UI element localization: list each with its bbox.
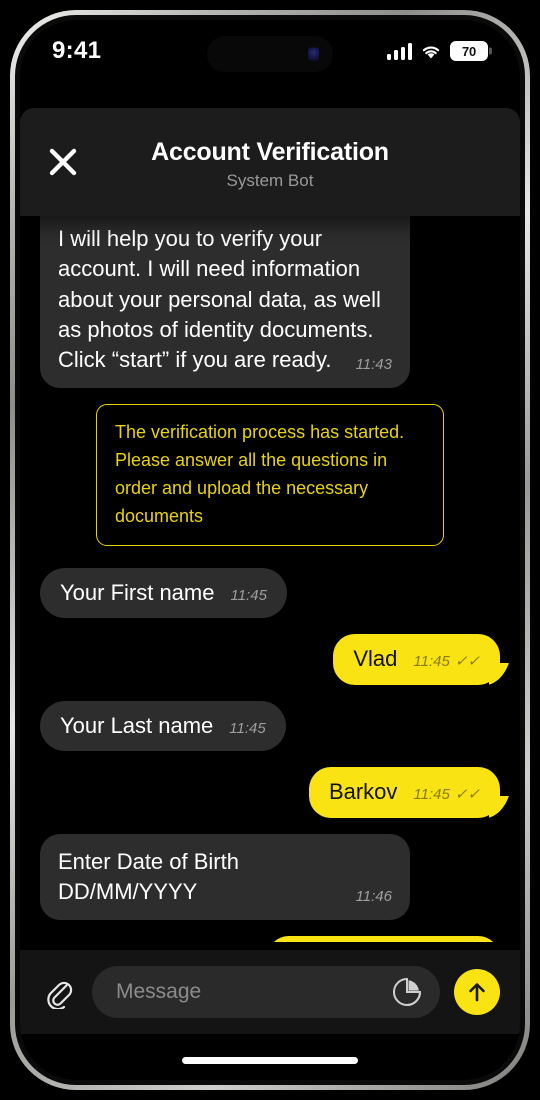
- message-text: Your Last name: [60, 712, 214, 738]
- status-bar: 9:41 70: [20, 20, 520, 82]
- phone-bezel: 9:41 70 Account Verification System Bot …: [15, 15, 525, 1085]
- sticker-icon[interactable]: [392, 977, 422, 1007]
- send-button[interactable]: [454, 969, 500, 1015]
- battery-level: 70: [461, 43, 477, 59]
- home-indicator: [182, 1057, 358, 1064]
- message-text: Vlad: [353, 646, 398, 672]
- status-indicators: 70: [386, 41, 488, 61]
- close-icon: [49, 148, 77, 176]
- message-text: Barkov: [328, 779, 398, 804]
- header-titles: Account Verification System Bot: [20, 134, 520, 191]
- message-row-bot-intro: I will help you to verify your account. …: [40, 216, 500, 389]
- bubble-incoming[interactable]: Your First name 11:45: [40, 567, 287, 619]
- bubble-outgoing[interactable]: 01/01/1960 11:46 ✓✓: [267, 935, 500, 942]
- message-field[interactable]: [92, 966, 440, 1018]
- dynamic-island: [207, 36, 333, 72]
- message-list[interactable]: I will help you to verify your account. …: [20, 216, 520, 942]
- message-row-answer-last-name: Barkov 11:45 ✓✓: [40, 767, 500, 818]
- wifi-icon: [422, 45, 440, 58]
- bubble-incoming[interactable]: Your Last name 11:45: [40, 700, 286, 751]
- chat-header: Account Verification System Bot: [20, 108, 520, 216]
- message-time: 11:43: [355, 356, 392, 374]
- message-row-ask-last-name: Your Last name 11:45: [40, 700, 500, 751]
- message-text: Your First name: [60, 579, 215, 605]
- attach-button[interactable]: [40, 973, 78, 1011]
- paperclip-icon: [47, 981, 73, 1009]
- close-button[interactable]: [46, 145, 80, 179]
- battery-icon: 70: [450, 41, 488, 61]
- system-notice: The verification process has started. Pl…: [96, 404, 444, 546]
- message-row-ask-dob: Enter Date of Birth 11:46 DD/MM/YYYY: [40, 833, 500, 920]
- front-camera-icon: [308, 47, 319, 61]
- message-time: 11:45: [230, 586, 267, 604]
- phone-frame: 9:41 70 Account Verification System Bot …: [10, 10, 530, 1090]
- bubble-outgoing[interactable]: Vlad 11:45 ✓✓: [333, 634, 500, 685]
- phone-screen: 9:41 70 Account Verification System Bot …: [20, 20, 520, 1080]
- message-time: 11:46: [355, 887, 392, 905]
- bubble-incoming[interactable]: Enter Date of Birth 11:46 DD/MM/YYYY: [40, 833, 410, 920]
- status-time: 9:41: [52, 37, 102, 64]
- message-row-answer-first-name: Vlad 11:45 ✓✓: [40, 634, 500, 685]
- message-input[interactable]: [116, 980, 392, 1004]
- bubble-outgoing[interactable]: Barkov 11:45 ✓✓: [308, 767, 500, 818]
- message-row-answer-dob: 01/01/1960 11:46 ✓✓: [40, 935, 500, 942]
- arrow-up-icon: [469, 983, 485, 1002]
- message-text-second: DD/MM/YYYY: [58, 878, 198, 904]
- message-time: 11:45: [413, 653, 450, 671]
- read-receipt-icon: ✓✓: [454, 653, 480, 671]
- message-text-second: Click “start” if you are ready.: [58, 347, 332, 373]
- message-time: 11:45: [229, 719, 266, 737]
- read-receipt-icon: ✓✓: [454, 786, 480, 803]
- message-text: Enter Date of Birth: [58, 848, 239, 874]
- header-subtitle: System Bot: [226, 170, 314, 190]
- page-title: Account Verification: [151, 137, 389, 166]
- message-row-ask-first-name: Your First name 11:45: [40, 567, 500, 619]
- cellular-signal-icon: [386, 42, 412, 60]
- message-row-system-notice: The verification process has started. Pl…: [40, 404, 500, 546]
- message-text: I will help you to verify your account. …: [58, 226, 381, 343]
- bubble-incoming[interactable]: I will help you to verify your account. …: [40, 216, 410, 389]
- message-input-bar: [20, 950, 520, 1034]
- message-time: 11:45: [413, 786, 450, 803]
